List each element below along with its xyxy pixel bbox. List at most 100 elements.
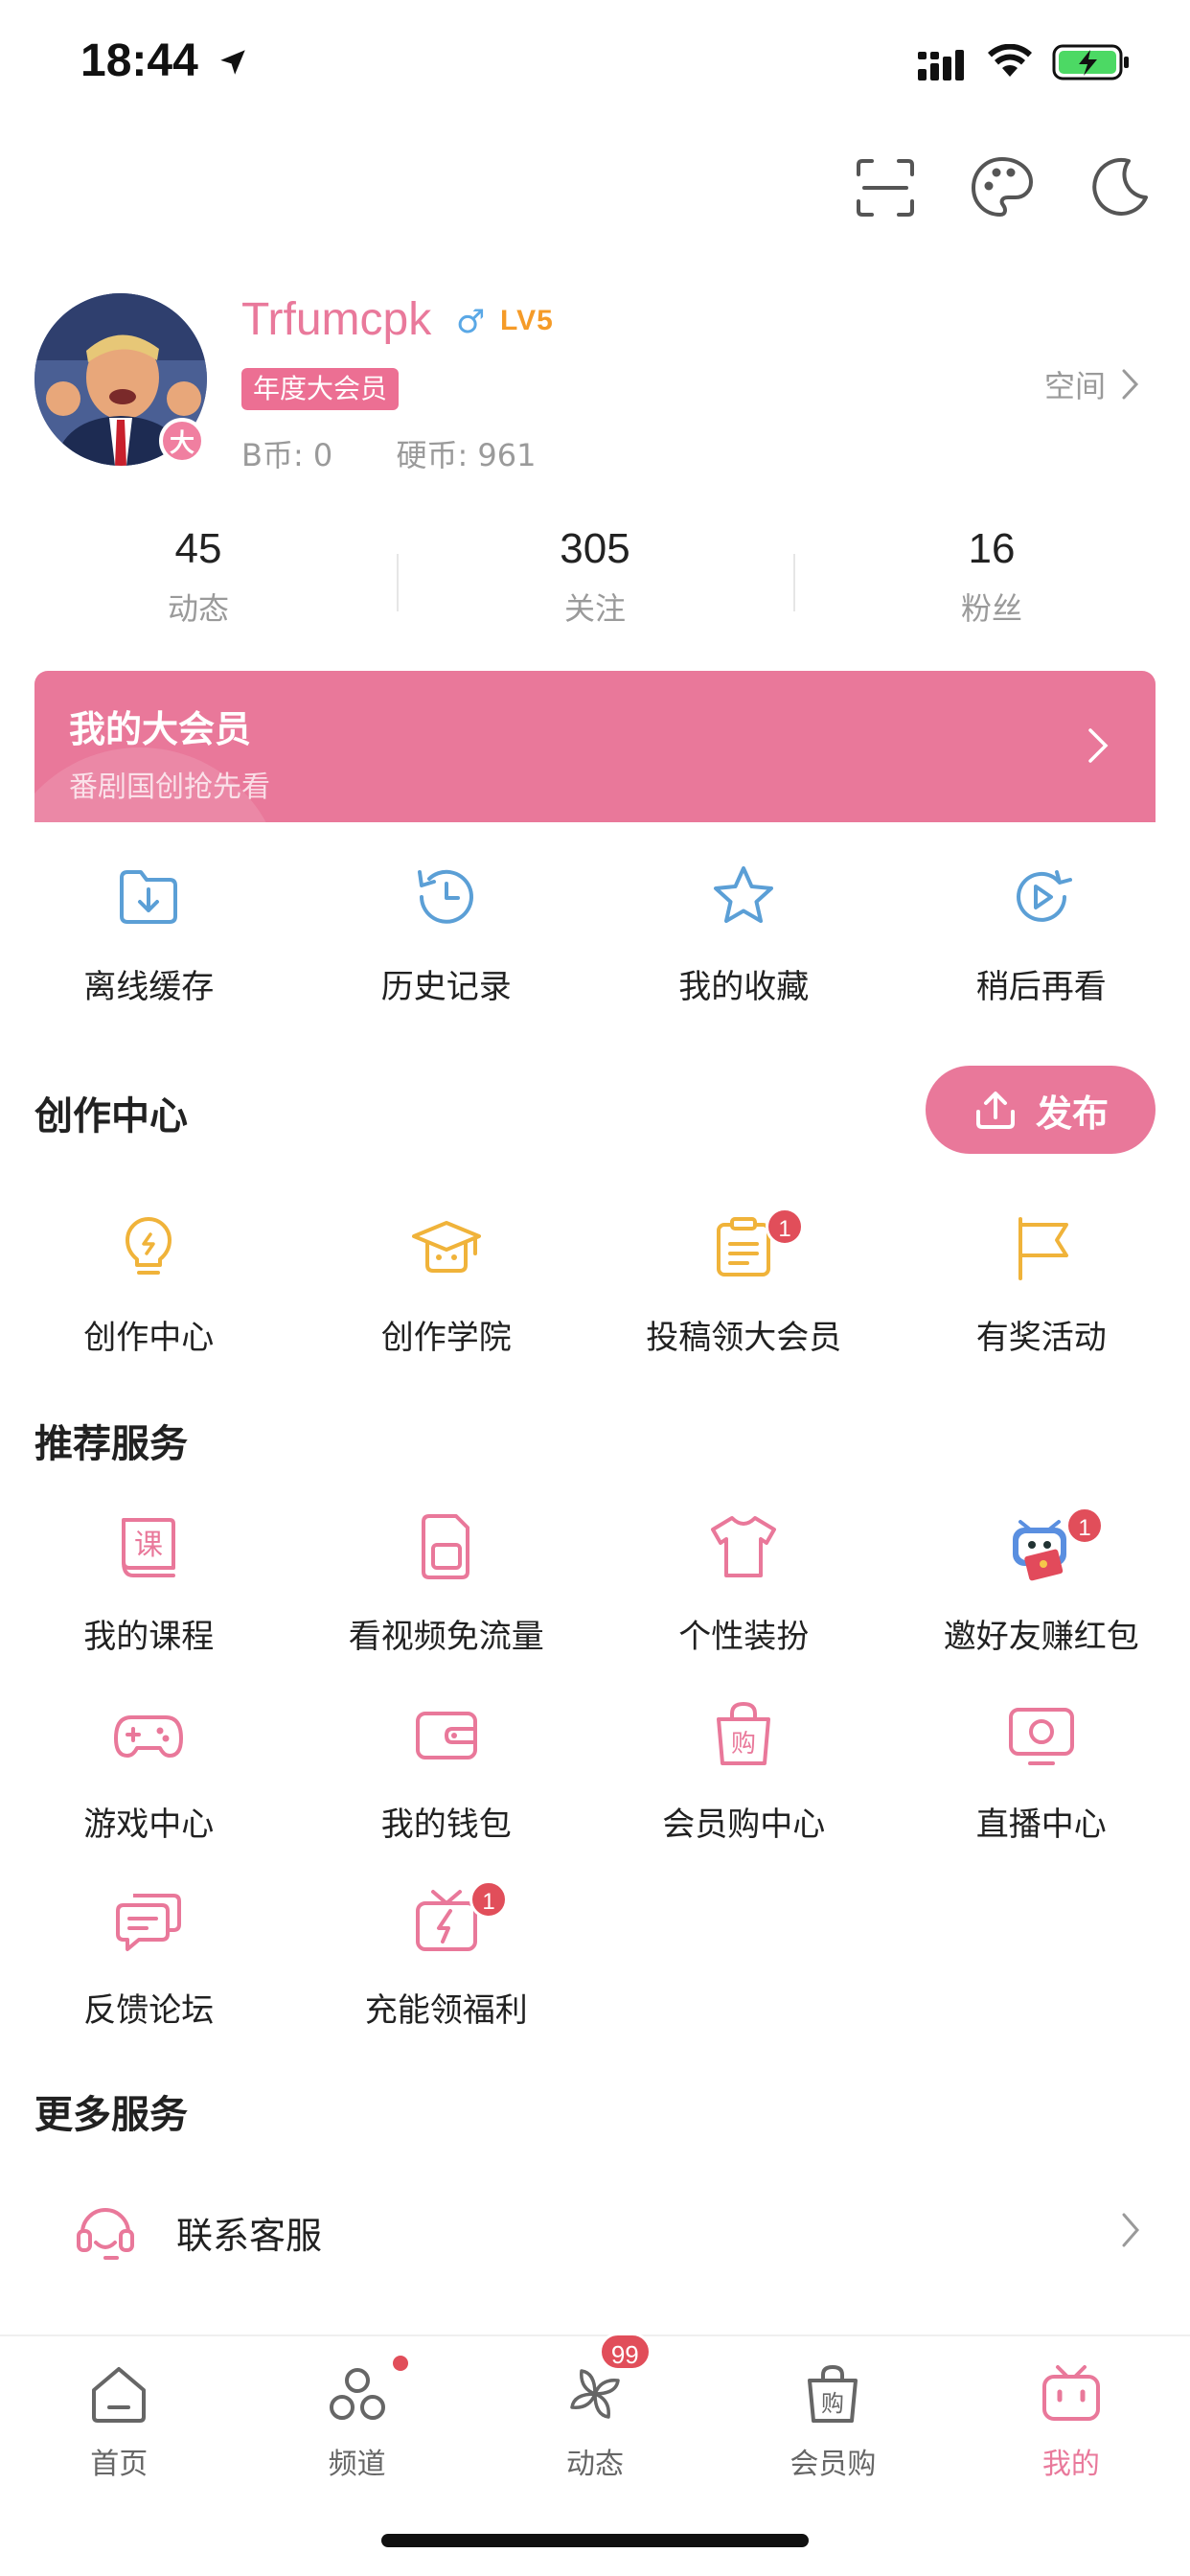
feedback-forum-button[interactable]: 反馈论坛 [0,1882,298,2031]
unread-count-badge: 99 [598,2333,652,2371]
stats-row: 45 动态 305 关注 16 粉丝 [0,525,1190,650]
headset-support-icon [77,2208,134,2260]
watch-later-button[interactable]: 稍后再看 [893,859,1190,1006]
scan-icon[interactable] [851,153,920,222]
night-mode-moon-icon[interactable] [1085,153,1154,222]
wallet-button[interactable]: 我的钱包 [298,1696,596,1845]
coin-balances: B币: 0 硬币: 961 [241,431,590,475]
notification-badge: 1 [1065,1506,1104,1545]
recommended-grid-row-3: 反馈论坛 充能领福利 1 [0,1880,1190,2031]
energy-rewards-button[interactable]: 充能领福利 [298,1882,596,2031]
creation-academy-button[interactable]: 创作学院 [298,1209,596,1358]
sim-card-icon [421,1514,469,1579]
username[interactable]: Trfumcpk [241,293,431,346]
offline-cache-button[interactable]: 离线缓存 [0,859,298,1006]
unread-dot [393,2356,409,2371]
creation-center-button[interactable]: 创作中心 [0,1209,298,1358]
creation-item-label: 投稿领大会员 [646,1319,842,1357]
service-label: 看视频免流量 [348,1618,544,1656]
vip-shop-center-button[interactable]: 购 会员购中心 [595,1696,893,1845]
stat-label: 粉丝 [960,590,1022,627]
tab-vip-shop[interactable]: 购 会员购 [714,2336,951,2482]
game-center-button[interactable]: 游戏中心 [0,1696,298,1845]
quick-action-label: 稍后再看 [975,968,1107,1006]
chat-bubbles-icon [116,1894,182,1951]
b-coin-balance: B币: 0 [241,437,333,473]
wallet-icon [415,1712,477,1760]
stat-value: 45 [174,525,222,572]
quick-actions: 离线缓存 历史记录 我的收藏 稍后再看 [0,859,1190,1006]
divider [397,554,399,611]
status-bar: 18:44 [0,0,1190,126]
creation-grid: 创作中心 创作学院 投稿领大会员 有奖活动 1 [0,1208,1190,1358]
chevron-right-icon [1088,728,1109,763]
tab-label: 频道 [328,2448,386,2481]
vip-avatar-badge: 大 [159,418,205,464]
home-icon [92,2367,147,2423]
download-folder-icon [120,870,178,924]
watch-later-icon [1016,870,1072,922]
personalize-button[interactable]: 个性装扮 [595,1508,893,1657]
course-book-icon: 课 [122,1518,176,1577]
chevron-right-icon [1122,369,1139,400]
free-data-button[interactable]: 看视频免流量 [298,1508,596,1657]
stat-dynamics[interactable]: 45 动态 [0,525,397,650]
contact-support-row[interactable]: 联系客服 [0,2189,1190,2273]
invite-friends-button[interactable]: 邀好友赚红包 [893,1508,1190,1657]
stat-fans[interactable]: 16 粉丝 [793,525,1190,650]
stat-label: 关注 [563,590,626,627]
level-badge: LV5 [500,305,554,336]
tab-home[interactable]: 首页 [0,2336,238,2482]
avatar[interactable]: 大 [34,293,207,466]
service-label: 充能领福利 [364,1991,528,2030]
vip-banner[interactable]: 我的大会员 番剧国创抢先看 [34,671,1156,822]
tab-label: 动态 [566,2448,625,2481]
quick-action-label: 离线缓存 [83,968,215,1006]
section-title-recommended: 推荐服务 [34,1422,188,1466]
theme-palette-icon[interactable] [968,153,1037,222]
publish-label: 发布 [1035,1092,1109,1135]
live-center-button[interactable]: 直播中心 [893,1696,1190,1845]
recommended-grid-row-1: 课 我的课程 看视频免流量 个性装扮 邀好友赚红包 1 [0,1506,1190,1657]
course-glyph: 课 [134,1529,163,1562]
prize-events-button[interactable]: 有奖活动 [893,1209,1190,1358]
stat-label: 动态 [167,590,229,627]
stat-value: 305 [560,525,630,572]
graduation-cap-icon [411,1221,481,1273]
tv-profile-icon [1041,2365,1100,2421]
stat-following[interactable]: 305 关注 [397,525,793,650]
space-label: 空间 [1043,368,1106,404]
publish-button[interactable]: 发布 [926,1066,1156,1154]
favorites-button[interactable]: 我的收藏 [595,859,893,1006]
history-button[interactable]: 历史记录 [298,859,596,1006]
section-title-more: 更多服务 [34,2093,188,2137]
submit-for-vip-button[interactable]: 投稿领大会员 [595,1209,893,1358]
quick-action-label: 历史记录 [380,968,512,1006]
cellular-signal-icon [918,50,964,80]
tab-label: 我的 [1041,2448,1100,2481]
tab-dynamics[interactable]: 动态 99 [476,2333,714,2482]
location-arrow-icon [220,50,245,75]
creation-item-label: 创作中心 [83,1319,215,1357]
gamepad-icon [114,1715,184,1758]
notification-badge: 1 [766,1208,804,1246]
male-gender-icon: ♂ [456,303,486,341]
tab-me[interactable]: 我的 [952,2336,1190,2482]
service-label: 反馈论坛 [83,1991,215,2030]
recommended-grid-row-2: 游戏中心 我的钱包 购 会员购中心 直播中心 [0,1696,1190,1845]
history-clock-icon [417,869,473,924]
tshirt-icon [711,1516,777,1577]
tab-channels[interactable]: 频道 [238,2336,475,2482]
hard-coin-balance: 硬币: 961 [396,437,537,473]
home-indicator [381,2534,809,2547]
service-label: 直播中心 [975,1806,1107,1844]
stat-value: 16 [968,525,1016,572]
service-label: 我的课程 [83,1618,215,1656]
section-title-creation: 创作中心 [34,1094,188,1138]
shop-bag-icon: 购 [808,2364,858,2423]
space-link[interactable]: 空间 [1044,362,1140,406]
vip-tag[interactable]: 年度大会员 [241,368,400,410]
battery-charging-icon [1052,44,1129,80]
my-courses-button[interactable]: 课 我的课程 [0,1508,298,1657]
service-label: 游戏中心 [83,1806,215,1844]
